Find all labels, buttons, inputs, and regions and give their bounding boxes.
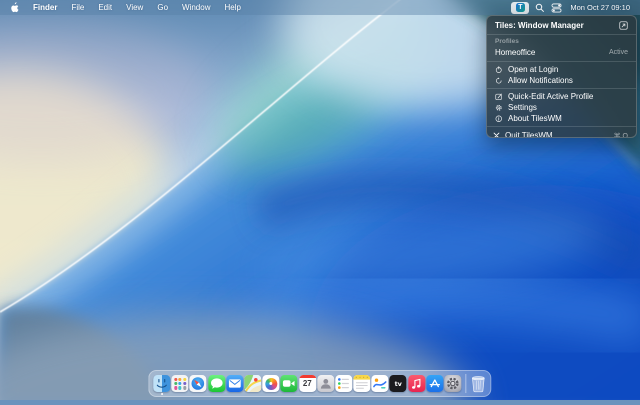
menu-item-window[interactable]: Window (175, 3, 217, 12)
dock-photos-icon[interactable] (262, 375, 279, 392)
profile-row-homeoffice[interactable]: Homeoffice Active (487, 46, 636, 61)
menu-item-about[interactable]: About TilesWM (490, 113, 633, 124)
menu-bar-left: Finder File Edit View Go Window Help (8, 2, 248, 13)
dock: 27 (148, 370, 491, 397)
menu-item-go[interactable]: Go (150, 3, 175, 12)
menu-item-finder[interactable]: Finder (26, 3, 64, 12)
dock-music-icon[interactable] (408, 375, 425, 392)
info-icon (495, 115, 503, 123)
panel-group-actions: Quick-Edit Active Profile Settings About… (487, 89, 636, 126)
close-icon (492, 132, 500, 138)
dock-launchpad-icon[interactable] (172, 375, 189, 392)
menu-item-open-at-login[interactable]: Open at Login (490, 64, 633, 75)
menu-item-allow-notifications[interactable]: Allow Notifications (490, 75, 633, 86)
open-window-icon[interactable] (619, 21, 628, 30)
panel-group-toggles: Open at Login Allow Notifications (487, 62, 636, 88)
menu-item-label: Settings (508, 104, 537, 112)
menu-item-view[interactable]: View (119, 3, 150, 12)
dock-contacts-icon[interactable] (317, 375, 334, 392)
menu-item-label: Quick-Edit Active Profile (508, 93, 593, 101)
profiles-section-label: Profiles (487, 35, 636, 46)
menu-bar: Finder File Edit View Go Window Help T M… (0, 0, 640, 15)
menu-item-settings[interactable]: Settings (490, 102, 633, 113)
dock-reminders-icon[interactable] (335, 375, 352, 392)
dock-calendar-icon[interactable]: 27 (299, 375, 316, 392)
dock-trash-icon[interactable] (471, 375, 487, 393)
apple-logo-icon (10, 2, 19, 13)
menu-item-label: Allow Notifications (508, 77, 573, 85)
menu-bar-status-area: T Mon Oct 27 09:10 (511, 2, 632, 14)
dock-tv-icon[interactable]: tv (390, 375, 407, 392)
refresh-icon (495, 77, 503, 85)
dock-mail-icon[interactable] (226, 375, 243, 392)
tiles-menu-panel: Tiles: Window Manager Profiles Homeoffic… (486, 15, 637, 138)
menubar-clock[interactable]: Mon Oct 27 09:10 (567, 3, 632, 12)
dock-messages-icon[interactable] (208, 375, 225, 392)
dock-safari-icon[interactable] (190, 375, 207, 392)
menu-item-edit[interactable]: Edit (91, 3, 119, 12)
dock-app-store-icon[interactable] (426, 375, 443, 392)
tv-logo-text: tv (395, 380, 402, 388)
menu-item-label: Open at Login (508, 66, 558, 74)
menu-item-quick-edit-profile[interactable]: Quick-Edit Active Profile (490, 91, 633, 102)
dock-facetime-icon[interactable] (281, 375, 298, 392)
control-center-icon[interactable] (550, 2, 563, 14)
menu-item-quit[interactable]: Quit TilesWM ⌘ Q (487, 127, 636, 138)
dock-separator (466, 374, 467, 393)
apple-menu[interactable] (8, 2, 26, 13)
tiles-app-icon: T (516, 3, 525, 12)
calendar-red-bar (299, 375, 316, 378)
quit-label: Quit TilesWM (505, 131, 553, 138)
running-indicator (161, 393, 164, 396)
panel-header: Tiles: Window Manager (487, 19, 636, 34)
gear-icon (495, 104, 503, 112)
menu-item-label: About TilesWM (508, 115, 562, 123)
panel-title: Tiles: Window Manager (495, 21, 584, 30)
menu-item-file[interactable]: File (64, 3, 91, 12)
dock-notes-icon[interactable] (353, 375, 370, 392)
power-icon (495, 66, 503, 74)
spotlight-icon[interactable] (533, 2, 546, 14)
tiles-menu-extra[interactable]: T (511, 2, 529, 14)
profile-status-badge: Active (609, 49, 628, 56)
dock-system-settings-icon[interactable] (444, 375, 461, 392)
profile-name: Homeoffice (495, 48, 535, 57)
calendar-day: 27 (299, 379, 316, 388)
dock-maps-icon[interactable] (244, 375, 261, 392)
dock-freeform-icon[interactable] (372, 375, 389, 392)
dock-finder-icon[interactable] (153, 375, 170, 392)
menu-item-help[interactable]: Help (217, 3, 247, 12)
quit-shortcut: ⌘ Q (614, 132, 628, 139)
edit-square-icon (495, 93, 503, 101)
